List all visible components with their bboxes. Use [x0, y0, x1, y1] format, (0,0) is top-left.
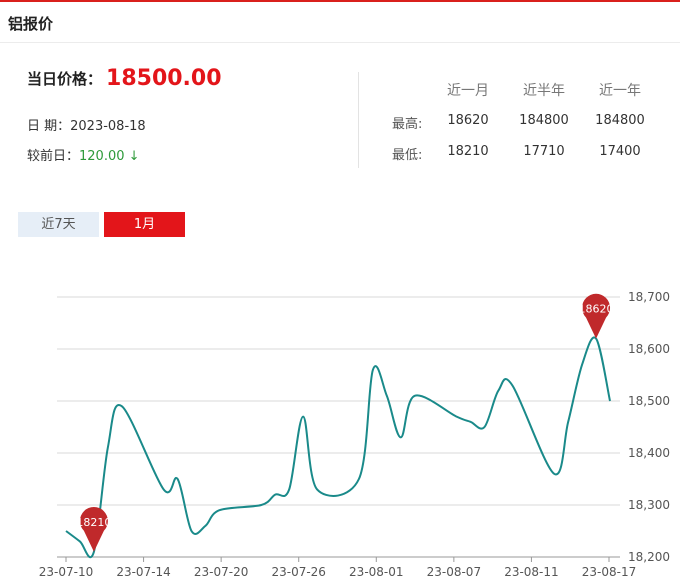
stats-header-halfyear: 近半年 — [523, 83, 565, 99]
stats-high-halfyear: 184800 — [519, 113, 569, 128]
change-value: 120.00 — [79, 149, 125, 164]
date-label: 日 期： — [27, 119, 71, 134]
y-tick-label: 18,400 — [628, 446, 670, 460]
price-value: 18500.00 — [106, 66, 222, 91]
stats-header-month: 近一月 — [447, 83, 489, 99]
price-row: 当日价格： 18500.00 — [27, 66, 222, 96]
tab-1-month[interactable]: 1月 — [104, 212, 185, 237]
stats-header-year: 近一年 — [599, 83, 641, 99]
y-tick-label: 18,700 — [628, 290, 670, 304]
stats-table: 近一月 近半年 近一年 最高: 18620 184800 184800 最低: … — [370, 70, 670, 170]
date-value: 2023-08-18 — [70, 119, 146, 134]
y-tick-label: 18,500 — [628, 394, 670, 408]
stats-low-year: 17400 — [599, 144, 641, 159]
arrow-down-icon: ↓ — [128, 149, 140, 164]
change-label: 较前日： — [27, 149, 80, 164]
x-tick-label: 23-07-14 — [116, 565, 170, 579]
stats-low-halfyear: 17710 — [523, 144, 565, 159]
y-tick-label: 18,200 — [628, 550, 670, 564]
x-tick-label: 23-07-20 — [194, 565, 248, 579]
x-tick-label: 23-07-26 — [271, 565, 325, 579]
extreme-marker-pin — [79, 507, 108, 552]
extreme-marker-label: 18210 — [76, 516, 111, 529]
extreme-marker-label: 18620 — [579, 303, 614, 316]
stats-high-year: 184800 — [595, 113, 645, 128]
tab-7-days[interactable]: 近7天 — [18, 212, 99, 237]
x-tick-label: 23-07-10 — [39, 565, 93, 579]
stats-high-month: 18620 — [447, 113, 489, 128]
price-series-line — [65, 336, 611, 559]
y-tick-label: 18,600 — [628, 342, 670, 356]
date-line: 日 期：2023-08-18 — [27, 115, 146, 134]
change-line: 较前日：120.00 ↓ — [27, 145, 140, 164]
x-tick-label: 23-08-17 — [582, 565, 636, 579]
divider — [358, 72, 359, 168]
extreme-marker-pin — [582, 293, 611, 339]
price-line-chart: 18,200 18,300 18,400 18,500 18,600 18,700 23-0… — [39, 290, 670, 579]
page-title: 铝报价 — [8, 15, 54, 33]
x-tick-label: 23-08-07 — [427, 565, 481, 579]
x-tick-label: 23-08-01 — [349, 565, 403, 579]
header: 铝报价 — [0, 2, 680, 43]
stats-low-month: 18210 — [447, 144, 489, 159]
x-tick-label: 23-08-11 — [504, 565, 558, 579]
y-tick-label: 18,300 — [628, 498, 670, 512]
price-label: 当日价格： — [27, 70, 103, 88]
